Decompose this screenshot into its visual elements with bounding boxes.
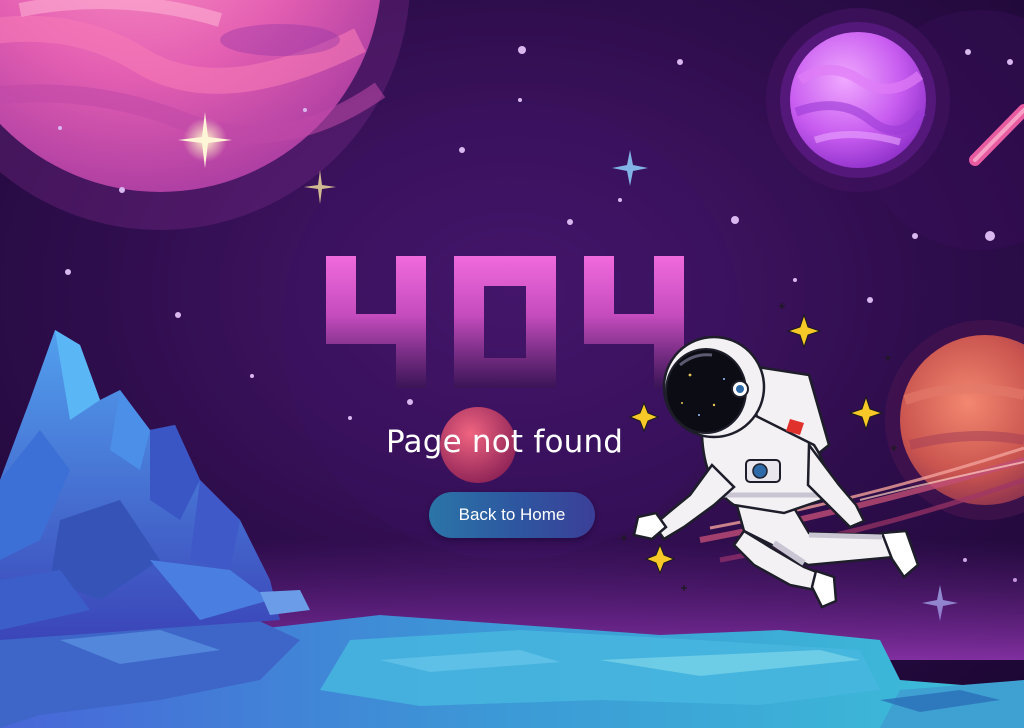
back-to-home-button[interactable]: Back to Home: [429, 492, 595, 538]
astronaut-icon: [621, 303, 920, 609]
not-found-page: 404 Page not found Back to Home: [0, 0, 1024, 728]
violet-planet-icon: [766, 8, 950, 192]
page-title: Page not found: [386, 424, 624, 460]
